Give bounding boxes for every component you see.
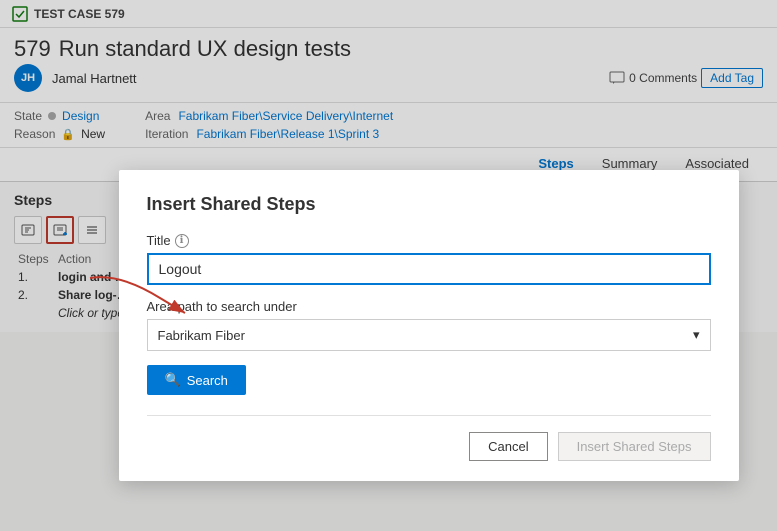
title-input[interactable]	[147, 253, 711, 285]
insert-shared-steps-button[interactable]: Insert Shared Steps	[558, 432, 711, 461]
chevron-down-icon: ▾	[693, 327, 700, 343]
modal-overlay: Insert Shared Steps Title ℹ Area path to…	[0, 0, 777, 531]
search-icon: 🔍	[165, 372, 181, 388]
title-field-label: Title ℹ	[147, 233, 711, 248]
area-path-label: Area path to search under	[147, 299, 711, 314]
modal-dialog: Insert Shared Steps Title ℹ Area path to…	[119, 170, 739, 481]
area-dropdown-value: Fabrikam Fiber	[158, 328, 245, 343]
cancel-button[interactable]: Cancel	[469, 432, 547, 461]
info-icon: ℹ	[175, 234, 189, 248]
modal-title: Insert Shared Steps	[147, 194, 711, 215]
search-button[interactable]: 🔍 Search	[147, 365, 246, 395]
modal-footer: Cancel Insert Shared Steps	[147, 415, 711, 461]
area-dropdown[interactable]: Fabrikam Fiber ▾	[147, 319, 711, 351]
